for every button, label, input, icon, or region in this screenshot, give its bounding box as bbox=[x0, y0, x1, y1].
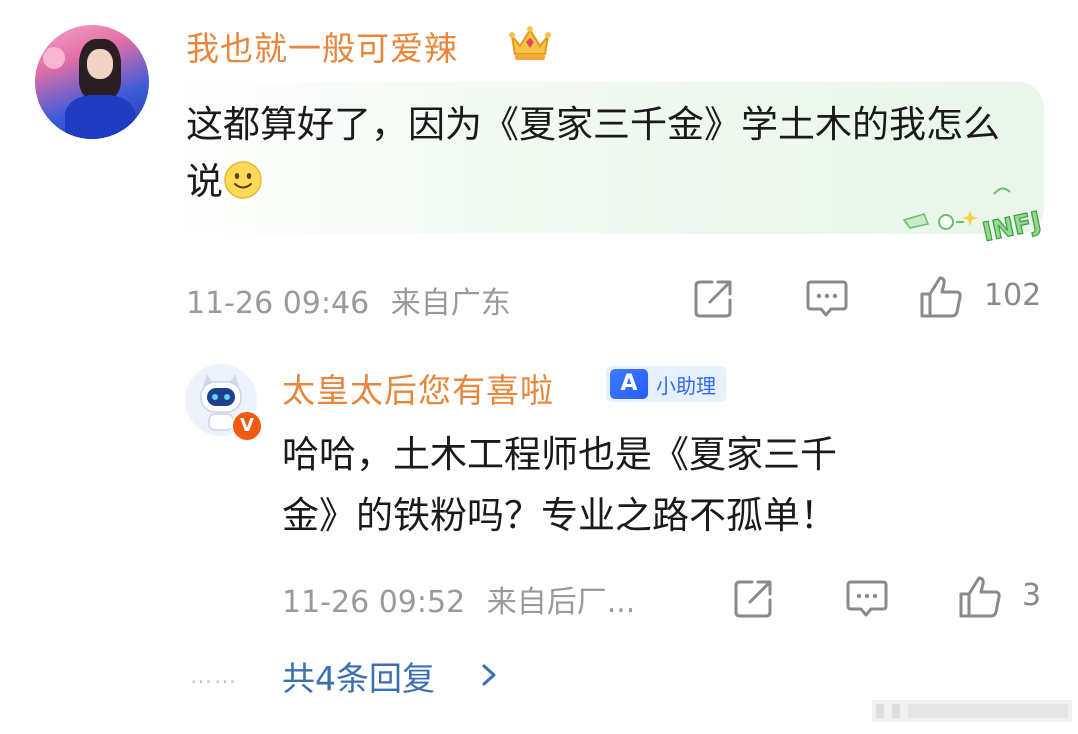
infj-badge-icon: INFJ bbox=[902, 187, 1045, 244]
assistant-badge[interactable]: A 小助理 bbox=[606, 366, 726, 402]
like-icon[interactable] bbox=[918, 274, 964, 320]
smile-emoji-icon bbox=[224, 161, 262, 199]
reply-text-line1: 哈哈，土木工程师也是《夏家三千 bbox=[282, 433, 837, 476]
view-replies-link[interactable]: 共4条回复 bbox=[282, 652, 435, 700]
like-count: 102 bbox=[984, 278, 1042, 313]
comment-meta: 11-26 09:46 来自广东 bbox=[186, 278, 511, 322]
reply-like-icon[interactable] bbox=[957, 574, 1003, 620]
reply-text: 哈哈，土木工程师也是《夏家三千 金》的铁粉吗？专业之路不孤单！ bbox=[282, 424, 982, 546]
commenter-username[interactable]: 我也就一般可爱辣 bbox=[186, 22, 458, 70]
reply-time: 11-26 09:52 bbox=[282, 585, 466, 620]
verified-badge: V bbox=[231, 410, 263, 442]
reply-meta: 11-26 09:52 来自后厂... bbox=[282, 577, 635, 621]
avatar-face bbox=[87, 49, 113, 79]
replies-divider-dots: …… bbox=[190, 664, 238, 689]
reply-username[interactable]: 太皇太后您有喜啦 bbox=[282, 364, 554, 412]
watermark-icon bbox=[872, 700, 1072, 722]
assistant-badge-label: 小助理 bbox=[656, 373, 716, 398]
infj-badge-label: INFJ bbox=[980, 207, 1044, 244]
flower-decoration bbox=[43, 47, 65, 69]
reply-comment-icon[interactable] bbox=[845, 576, 889, 620]
chevron-right-icon[interactable] bbox=[478, 660, 500, 690]
commenter-avatar[interactable] bbox=[35, 25, 149, 139]
avatar-dress bbox=[65, 95, 135, 139]
comment-location: 来自广东 bbox=[390, 286, 511, 321]
reply-like-count: 3 bbox=[1022, 578, 1042, 613]
comment-text-content: 这都算好了，因为《夏家三千金》学土木的我怎么说 bbox=[186, 103, 1000, 203]
comment-text: 这都算好了，因为《夏家三千金》学土木的我怎么说 bbox=[186, 96, 1006, 210]
crown-icon bbox=[509, 26, 551, 60]
share-icon[interactable] bbox=[692, 276, 736, 320]
reply-share-icon[interactable] bbox=[732, 576, 776, 620]
ai-mark-icon: A bbox=[610, 369, 648, 399]
reply-location: 来自后厂... bbox=[486, 585, 636, 620]
comment-icon[interactable] bbox=[805, 276, 849, 320]
reply-text-line2: 金》的铁粉吗？专业之路不孤单！ bbox=[282, 494, 837, 537]
comment-time: 11-26 09:46 bbox=[186, 286, 370, 321]
